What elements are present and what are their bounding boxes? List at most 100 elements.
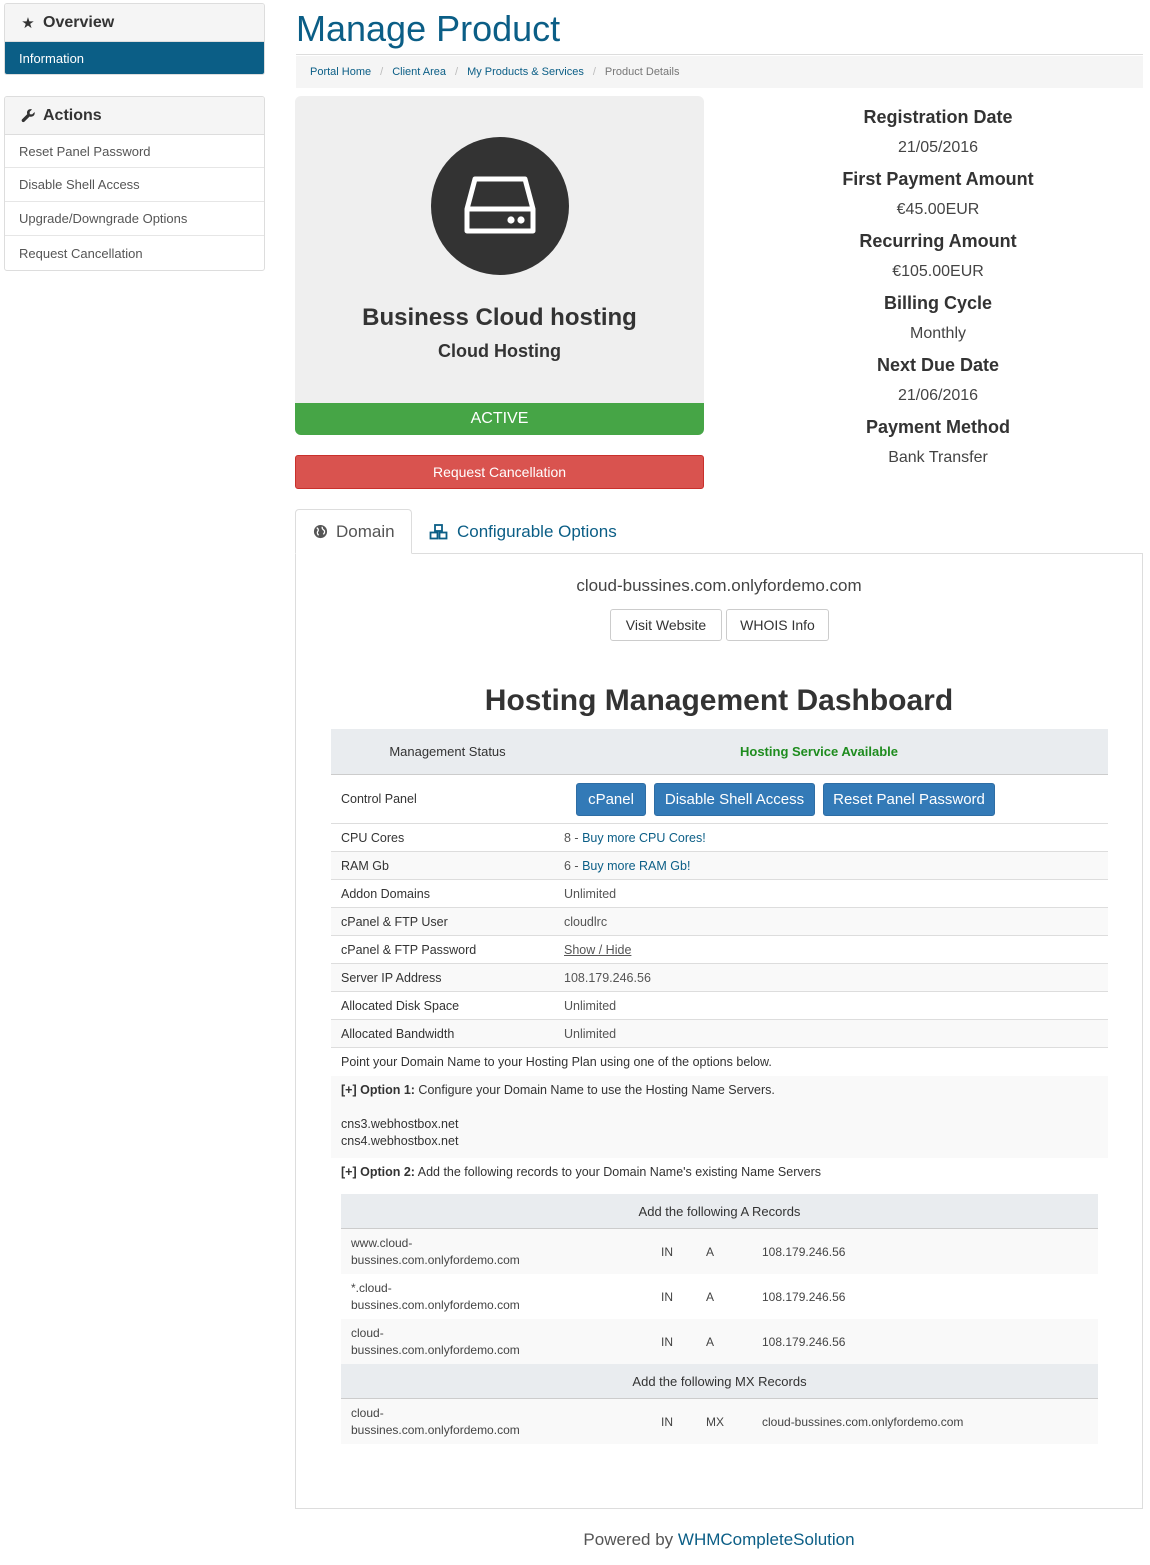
status-badge: ACTIVE <box>295 403 704 435</box>
record-host: cloud-bussines.com.onlyfordemo.com <box>341 1325 661 1359</box>
breadcrumb-current: Product Details <box>604 66 680 78</box>
breadcrumb-separator: / <box>592 66 596 78</box>
table-row: cloud-bussines.com.onlyfordemo.com IN A … <box>341 1319 1098 1364</box>
info-label: Billing Cycle <box>883 293 993 313</box>
tab-domain-label: Domain <box>336 521 395 541</box>
overview-header: ★ Overview <box>5 4 264 42</box>
tab-configurable-options-label: Configurable Options <box>457 521 617 541</box>
a-records-table: Add the following A Records www.cloud-bu… <box>341 1194 1098 1444</box>
info-label: Recurring Amount <box>859 231 1017 251</box>
nameserver-1: cns3.webhostbox.net <box>341 1117 459 1131</box>
sidebar-item-disable-shell-access[interactable]: Disable Shell Access <box>5 168 264 202</box>
management-status-value: Hosting Service Available <box>740 744 898 759</box>
reset-panel-password-button[interactable]: Reset Panel Password <box>823 782 995 816</box>
table-row: RAM Gb 6 - Buy more RAM Gb! <box>331 852 1108 880</box>
control-panel-label: Control Panel <box>341 792 417 806</box>
option-1-block: [+] Option 1: Configure your Domain Name… <box>331 1076 1108 1158</box>
record-value: 108.179.246.56 <box>762 1244 846 1259</box>
sidebar-item-request-cancellation[interactable]: Request Cancellation <box>5 236 264 270</box>
info-value: 21/05/2016 <box>897 139 979 156</box>
breadcrumb-separator: / <box>380 66 384 78</box>
row-label: CPU Cores <box>341 830 405 845</box>
record-value: 108.179.246.56 <box>762 1334 846 1349</box>
record-host-part: bussines.com.onlyfordemo.com <box>351 1297 520 1312</box>
row-label: cPanel & FTP Password <box>341 942 477 957</box>
option-1-text: [+] Option 1: Configure your Domain Name… <box>331 1082 1108 1098</box>
table-row: cPanel & FTP User cloudlrc <box>331 908 1108 936</box>
option-2-toggle[interactable]: [+] Option 2: <box>341 1165 415 1179</box>
table-row: CPU Cores 8 - Buy more CPU Cores! <box>331 824 1108 852</box>
sidebar-item-information[interactable]: Information <box>5 42 264 74</box>
domain-name: cloud-bussines.com.onlyfordemo.com <box>576 576 862 595</box>
record-value: cloud-bussines.com.onlyfordemo.com <box>762 1414 964 1429</box>
actions-header: Actions <box>5 97 264 135</box>
dashboard-title: Hosting Management Dashboard <box>484 684 954 717</box>
row-label: RAM Gb <box>341 858 389 873</box>
hosting-dashboard: Management Status Hosting Service Availa… <box>331 729 1108 1186</box>
record-class: IN <box>661 1334 673 1349</box>
option-2-desc: Add the following records to your Domain… <box>414 1165 821 1179</box>
breadcrumb-client-area[interactable]: Client Area <box>392 66 446 78</box>
row-label: Server IP Address <box>341 970 442 985</box>
footer: Powered by WHMCompleteSolution <box>295 1530 1143 1550</box>
table-row: cloud-bussines.com.onlyfordemo.com IN MX… <box>341 1399 1098 1444</box>
footer-prefix: Powered by <box>583 1530 678 1549</box>
tab-bar: Domain Configurable Options <box>295 509 634 554</box>
show-hide-password-link[interactable]: Show / Hide <box>564 943 631 957</box>
disable-shell-access-button[interactable]: Disable Shell Access <box>654 782 815 816</box>
row-label: Addon Domains <box>341 886 430 901</box>
row-label: Allocated Bandwidth <box>341 1026 455 1041</box>
breadcrumb: Portal Home / Client Area / My Products … <box>296 56 1143 88</box>
row-value: 8 - Buy more CPU Cores! <box>564 831 706 845</box>
info-value: Monthly <box>909 325 967 342</box>
record-type: A <box>706 1289 715 1304</box>
product-card: Business Cloud hosting Cloud Hosting ACT… <box>295 96 704 435</box>
record-host-part: cloud- <box>351 1405 384 1420</box>
mx-records-header: Add the following MX Records <box>341 1364 1098 1399</box>
breadcrumb-products-services[interactable]: My Products & Services <box>467 66 584 78</box>
info-label: Payment Method <box>865 417 1011 437</box>
row-label: Allocated Disk Space <box>341 998 460 1013</box>
page-title: Manage Product <box>296 8 561 49</box>
record-class: IN <box>661 1244 673 1259</box>
record-type: MX <box>706 1414 724 1429</box>
tab-configurable-options[interactable]: Configurable Options <box>412 509 634 554</box>
row-label: cPanel & FTP User <box>341 914 448 929</box>
info-value: €105.00EUR <box>892 263 984 280</box>
sidebar-item-upgrade-downgrade[interactable]: Upgrade/Downgrade Options <box>5 202 264 236</box>
record-host: cloud-bussines.com.onlyfordemo.com <box>341 1405 661 1439</box>
record-host-part: cloud- <box>351 1325 384 1340</box>
breadcrumb-portal-home[interactable]: Portal Home <box>310 66 371 78</box>
option-1-toggle[interactable]: [+] Option 1: <box>341 1083 415 1097</box>
buy-cpu-link[interactable]: Buy more CPU Cores! <box>582 831 706 845</box>
table-row: *.cloud-bussines.com.onlyfordemo.com IN … <box>341 1274 1098 1319</box>
footer-link[interactable]: WHMCompleteSolution <box>678 1530 855 1549</box>
globe-icon <box>313 524 328 539</box>
actions-title: Actions <box>43 106 102 124</box>
record-type: A <box>706 1334 715 1349</box>
record-host-part: *.cloud- <box>351 1280 392 1295</box>
point-domain-note: Point your Domain Name to your Hosting P… <box>341 1055 772 1069</box>
table-row: Allocated Disk Space Unlimited <box>331 992 1108 1020</box>
buy-ram-link[interactable]: Buy more RAM Gb! <box>582 859 690 873</box>
table-row: Server IP Address 108.179.246.56 <box>331 964 1108 992</box>
sidebar-item-reset-panel-password[interactable]: Reset Panel Password <box>5 135 264 168</box>
record-host-part: www.cloud- <box>351 1235 413 1250</box>
cubes-icon <box>429 523 449 540</box>
record-host-part: bussines.com.onlyfordemo.com <box>351 1422 520 1437</box>
cpanel-button[interactable]: cPanel <box>576 782 646 816</box>
breadcrumb-separator: / <box>455 66 459 78</box>
title-divider <box>296 54 1143 55</box>
whois-info-button[interactable]: WHOIS Info <box>726 609 829 641</box>
request-cancellation-button[interactable]: Request Cancellation <box>295 455 704 489</box>
nameserver-2: cns4.webhostbox.net <box>341 1134 459 1148</box>
record-host: www.cloud-bussines.com.onlyfordemo.com <box>341 1235 661 1269</box>
table-row: www.cloud-bussines.com.onlyfordemo.com I… <box>341 1229 1098 1274</box>
tab-domain[interactable]: Domain <box>295 509 412 554</box>
product-info: Registration Date 21/05/2016 First Payme… <box>733 104 1143 476</box>
visit-website-button[interactable]: Visit Website <box>610 609 722 641</box>
record-value: 108.179.246.56 <box>762 1289 846 1304</box>
wrench-icon <box>19 108 37 123</box>
tab-content-domain: cloud-bussines.com.onlyfordemo.com Visit… <box>295 553 1143 1509</box>
option-2-text: [+] Option 2: Add the following records … <box>331 1158 1108 1186</box>
